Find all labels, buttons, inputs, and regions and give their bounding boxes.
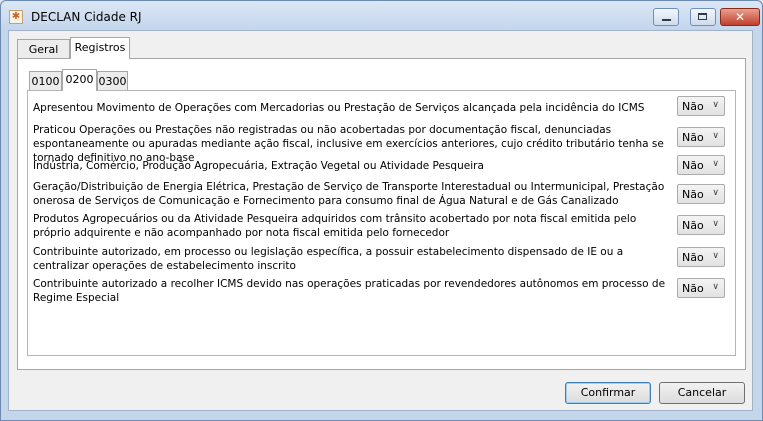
answer-value: Não (682, 131, 704, 144)
minimize-icon (662, 19, 671, 21)
close-button[interactable]: ✕ (720, 8, 760, 26)
cancel-button[interactable]: Cancelar (659, 382, 745, 404)
tab-registros[interactable]: Registros (70, 37, 130, 59)
maximize-button[interactable] (690, 8, 716, 26)
answer-select[interactable]: Não ∨ (677, 184, 725, 204)
chevron-down-icon: ∨ (712, 131, 719, 141)
close-icon: ✕ (734, 10, 746, 24)
title-bar[interactable]: ✱ DECLAN Cidade RJ ✕ (1, 1, 762, 31)
chevron-down-icon: ∨ (712, 219, 719, 229)
question-label: Geração/Distribuição de Energia Elétrica… (33, 181, 665, 207)
question-label: Apresentou Movimento de Operações com Me… (33, 102, 645, 114)
answer-value: Não (682, 159, 704, 172)
confirm-button[interactable]: Confirmar (565, 382, 651, 404)
answer-select[interactable]: Não ∨ (677, 215, 725, 235)
maximize-icon (698, 13, 707, 20)
chevron-down-icon: ∨ (712, 159, 719, 169)
chevron-down-icon: ∨ (712, 188, 719, 198)
tab-0100[interactable]: 0100 (29, 71, 62, 91)
question-label: Indústria, Comércio, Produção Agropecuár… (33, 160, 484, 172)
answer-select[interactable]: Não ∨ (677, 247, 725, 267)
answer-select[interactable]: Não ∨ (677, 278, 725, 298)
question-label: Produtos Agropecuários ou da Atividade P… (33, 213, 637, 239)
answer-select[interactable]: Não ∨ (677, 155, 725, 175)
chevron-down-icon: ∨ (712, 251, 719, 261)
answer-value: Não (682, 251, 704, 264)
answer-value: Não (682, 219, 704, 232)
answer-value: Não (682, 282, 704, 295)
question-label: Contribuinte autorizado, em processo ou … (33, 246, 624, 272)
answer-select[interactable]: Não ∨ (677, 96, 725, 116)
answer-value: Não (682, 100, 704, 113)
question-label: Contribuinte autorizado a recolher ICMS … (33, 278, 666, 304)
app-icon: ✱ (9, 10, 23, 24)
chevron-down-icon: ∨ (712, 100, 719, 110)
tab-geral[interactable]: Geral (17, 39, 70, 59)
tab-0200[interactable]: 0200 (62, 69, 97, 91)
chevron-down-icon: ∨ (712, 282, 719, 292)
answer-value: Não (682, 188, 704, 201)
window-title: DECLAN Cidade RJ (31, 10, 142, 24)
answer-select[interactable]: Não ∨ (677, 127, 725, 147)
minimize-button[interactable] (653, 8, 679, 26)
tab-0300[interactable]: 0300 (97, 71, 128, 91)
